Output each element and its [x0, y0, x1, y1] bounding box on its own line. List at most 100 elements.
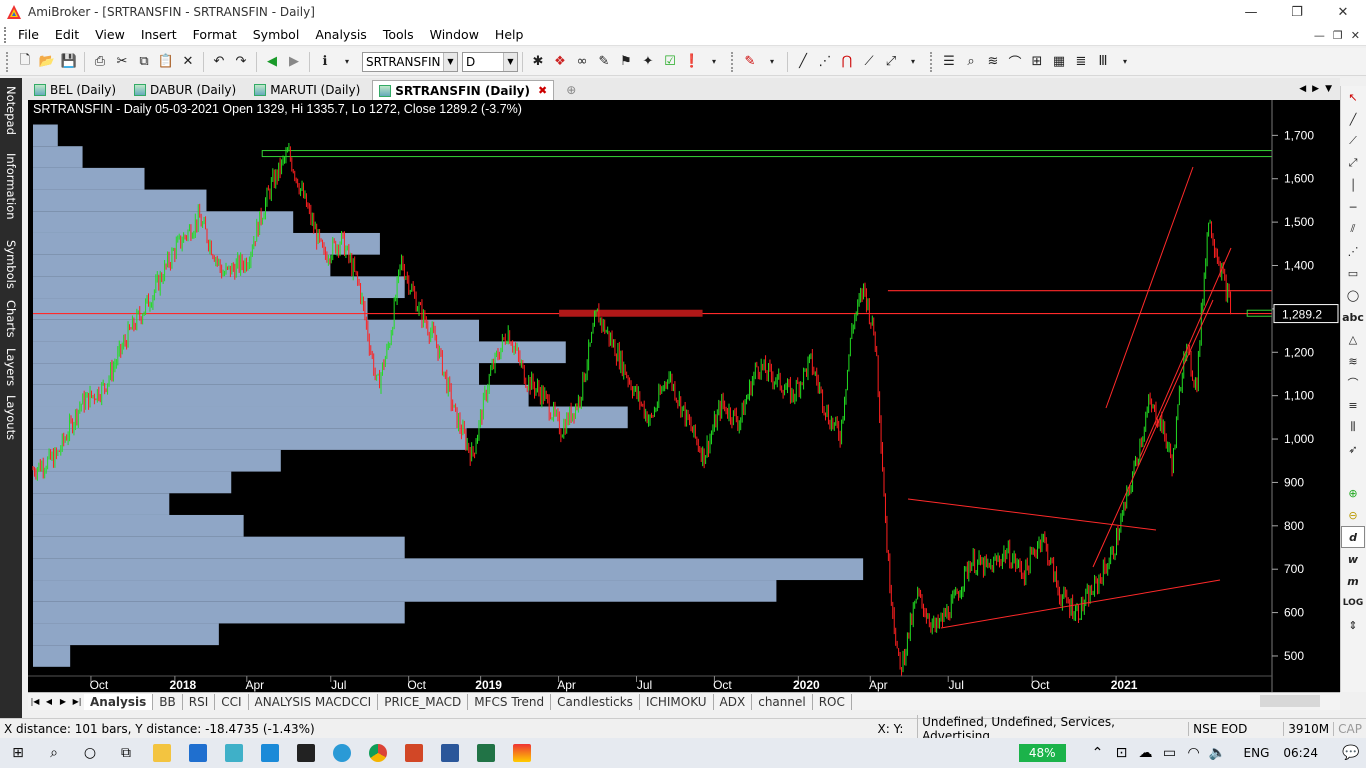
chevron-down-icon[interactable]: ▼ [503, 52, 517, 71]
back-icon[interactable]: ◀ [261, 51, 283, 73]
price-chart[interactable]: 5006007008009001,0001,1001,2001,3001,400… [28, 100, 1340, 692]
ellipse-icon[interactable]: ◯ [1341, 284, 1365, 306]
period-weekly-icon[interactable]: w [1341, 548, 1365, 570]
excel-icon[interactable] [468, 738, 504, 768]
formula-icon[interactable]: ∞ [571, 51, 593, 73]
triangle-icon[interactable]: △ [1341, 328, 1365, 350]
edge-icon[interactable] [324, 738, 360, 768]
sheet-tab-cci[interactable]: CCI [215, 693, 249, 710]
menu-tools[interactable]: Tools [375, 24, 422, 46]
doc-tab-dabur[interactable]: DABUR (Daily) [128, 80, 243, 100]
menu-view[interactable]: View [87, 24, 133, 46]
delete-icon[interactable]: ✕ [177, 51, 199, 73]
chart-svg[interactable]: 5006007008009001,0001,1001,2001,3001,400… [28, 100, 1340, 692]
triangle-bottom-line[interactable] [940, 579, 1221, 629]
mdi-minimize-icon[interactable]: — [1314, 29, 1325, 42]
ray-icon[interactable]: ⟋ [858, 51, 880, 73]
tray-chevron-icon[interactable]: ⌃ [1086, 738, 1110, 768]
new-file-icon[interactable]: 🗋 [14, 51, 36, 73]
menu-symbol[interactable]: Symbol [245, 24, 308, 46]
tab-prev-icon[interactable]: ◀ [1299, 84, 1306, 94]
sheet-tab-channel[interactable]: channel [752, 693, 813, 710]
rectangle-icon[interactable]: ▭ [1341, 262, 1365, 284]
cut-icon[interactable]: ✂ [111, 51, 133, 73]
menu-insert[interactable]: Insert [133, 24, 185, 46]
arc-icon[interactable]: ⌒ [1341, 372, 1365, 394]
menu-analysis[interactable]: Analysis [307, 24, 375, 46]
wifi-icon[interactable]: ◠ [1182, 738, 1206, 768]
mdi-close-icon[interactable]: ✕ [1351, 29, 1360, 42]
tab-next-icon[interactable]: ▶ [1312, 84, 1319, 94]
task-view-icon[interactable]: ⧉ [108, 738, 144, 768]
dotted-line-icon[interactable]: ⋰ [814, 51, 836, 73]
chrome-icon[interactable] [360, 738, 396, 768]
fan-icon[interactable]: ⋰ [1341, 240, 1365, 262]
grid-icon[interactable]: ⊞ [1026, 51, 1048, 73]
tab-list-icon[interactable]: ▼ [1325, 84, 1332, 94]
dropdown-icon[interactable]: ▾ [1114, 51, 1136, 73]
sheet-tab-adx[interactable]: ADX [714, 693, 753, 710]
sheet-tab-roc[interactable]: ROC [813, 693, 852, 710]
store-icon[interactable] [252, 738, 288, 768]
undo-icon[interactable]: ↶ [208, 51, 230, 73]
open-folder-icon[interactable]: 📂 [36, 51, 58, 73]
side-tab-notepad[interactable]: Notepad [0, 82, 22, 138]
pointer-icon[interactable]: ↖ [1341, 86, 1365, 108]
menu-edit[interactable]: Edit [47, 24, 87, 46]
close-button[interactable]: ✕ [1320, 0, 1366, 24]
waves-icon[interactable]: ≋ [982, 51, 1004, 73]
sheet-tab-price-macd[interactable]: PRICE_MACD [378, 693, 469, 710]
zoom-icon[interactable]: ⌕ [960, 51, 982, 73]
pen-color-icon[interactable]: ✎ [739, 51, 761, 73]
zoom-out-icon[interactable]: ⊖ [1341, 504, 1365, 526]
doc-tab-bel[interactable]: BEL (Daily) [28, 80, 123, 100]
list-icon[interactable]: ☰ [938, 51, 960, 73]
hbars-icon[interactable]: Ⅲ [1092, 51, 1114, 73]
sheet-prev-icon[interactable]: ◀ [42, 697, 56, 706]
fibonacci-icon[interactable]: ≋ [1341, 350, 1365, 372]
symbol-combo[interactable]: SRTRANSFIN (S ▼ [362, 51, 458, 72]
scale-icon[interactable]: ⇕ [1341, 614, 1365, 636]
channel-lower-line[interactable] [1139, 247, 1232, 458]
magnet-icon[interactable]: ⋂ [836, 51, 858, 73]
drawn-trendlines[interactable] [907, 166, 1232, 629]
channel-upper-line[interactable] [1105, 166, 1194, 409]
volume-icon[interactable]: 🔈 [1206, 738, 1230, 768]
battery-icon[interactable]: ▭ [1158, 738, 1182, 768]
sheet-first-icon[interactable]: |◀ [28, 697, 42, 706]
info-icon[interactable]: ℹ [314, 51, 336, 73]
dropdown-icon[interactable]: ▾ [703, 51, 725, 73]
copy-icon[interactable]: ⧉ [133, 51, 155, 73]
battery-indicator[interactable]: 48% [1018, 744, 1066, 762]
scan-icon[interactable]: ⚑ [615, 51, 637, 73]
side-tab-symbols[interactable]: Symbols [0, 236, 22, 292]
arrow-icon[interactable]: ➶ [1341, 438, 1365, 460]
save-icon[interactable]: 💾 [58, 51, 80, 73]
media-icon[interactable] [288, 738, 324, 768]
app-l-icon[interactable] [216, 738, 252, 768]
sheet-tab-macdcci[interactable]: ANALYSIS MACDCCI [249, 693, 379, 710]
mdi-restore-icon[interactable]: ❐ [1333, 29, 1343, 42]
cortana-icon[interactable]: ○ [72, 738, 108, 768]
menu-file[interactable]: File [10, 24, 47, 46]
candles-icon[interactable]: ❖ [549, 51, 571, 73]
horizontal-scrollbar[interactable] [1260, 695, 1320, 707]
notification-icon[interactable]: 💬 [1336, 738, 1366, 768]
redo-icon[interactable]: ↷ [230, 51, 252, 73]
extend-line-icon[interactable]: ⤢ [880, 51, 902, 73]
side-tab-layers[interactable]: Layers [0, 344, 22, 390]
sheet-last-icon[interactable]: ▶| [70, 697, 84, 706]
sheet-tab-ichimoku[interactable]: ICHIMOKU [640, 693, 714, 710]
vertical-line-icon[interactable]: │ [1341, 174, 1365, 196]
text-tool-icon[interactable]: abc [1341, 306, 1365, 328]
arc-icon[interactable]: ⌒ [1004, 51, 1026, 73]
chart-check-icon[interactable]: ☑ [659, 51, 681, 73]
period-monthly-icon[interactable]: m [1341, 570, 1365, 592]
ray-tool-icon[interactable]: ⟋ [1341, 130, 1365, 152]
clock[interactable]: 06:24 [1283, 746, 1318, 760]
sheet-tab-bb[interactable]: BB [153, 693, 183, 710]
powerpoint-icon[interactable] [396, 738, 432, 768]
new-tab-button[interactable]: ⊕ [560, 80, 583, 100]
maximize-button[interactable]: ❐ [1274, 0, 1320, 24]
time-zones-icon[interactable]: ⫼ [1341, 416, 1365, 438]
